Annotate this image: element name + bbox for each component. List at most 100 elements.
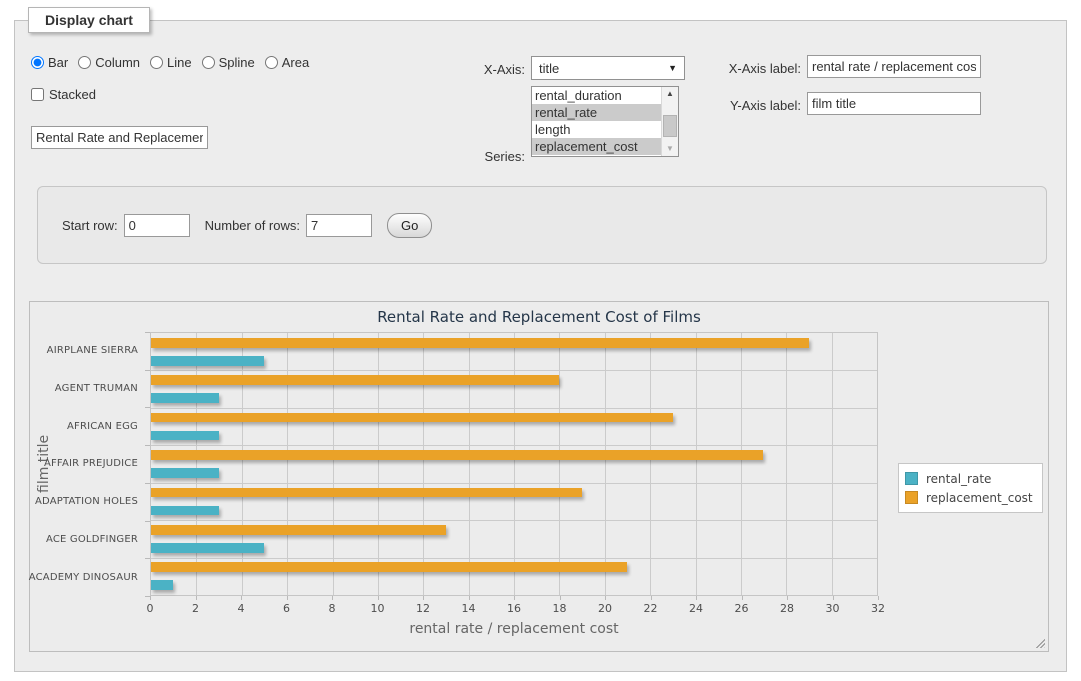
x-tick-mark bbox=[742, 596, 743, 600]
category-band bbox=[151, 558, 877, 595]
series-multiselect[interactable]: rental_durationrental_ratelengthreplacem… bbox=[531, 86, 679, 157]
x-axis-label-label: X-Axis label: bbox=[675, 61, 801, 76]
category-label: ACADEMY DINOSAUR bbox=[30, 558, 138, 596]
y-tick-mark bbox=[145, 558, 150, 559]
x-tick-label: 20 bbox=[598, 602, 612, 615]
y-tick-mark bbox=[145, 332, 150, 333]
radio-line[interactable] bbox=[150, 56, 163, 69]
chart-type-radio-area[interactable]: Area bbox=[265, 55, 309, 70]
category-label: ACE GOLDFINGER bbox=[30, 521, 138, 559]
bar-rental_rate bbox=[151, 356, 264, 366]
category-label: ADAPTATION HOLES bbox=[30, 483, 138, 521]
radio-area[interactable] bbox=[265, 56, 278, 69]
x-tick-mark bbox=[560, 596, 561, 600]
bar-replacement_cost bbox=[151, 338, 809, 348]
scrollbar-down-icon[interactable]: ▼ bbox=[662, 142, 678, 156]
x-tick-label: 8 bbox=[329, 602, 336, 615]
display-chart-panel: Display chart BarColumnLineSplineArea St… bbox=[14, 20, 1067, 672]
category-label: AFRICAN EGG bbox=[30, 407, 138, 445]
legend-label: rental_rate bbox=[926, 472, 991, 486]
radio-column[interactable] bbox=[78, 56, 91, 69]
bar-rental_rate bbox=[151, 431, 219, 441]
x-tick-label: 4 bbox=[238, 602, 245, 615]
x-tick-mark bbox=[833, 596, 834, 600]
x-tick-label: 12 bbox=[416, 602, 430, 615]
series-option-length[interactable]: length bbox=[532, 121, 661, 138]
category-labels: AIRPLANE SIERRAAGENT TRUMANAFRICAN EGGAF… bbox=[30, 332, 144, 596]
radio-spline[interactable] bbox=[202, 56, 215, 69]
series-option-rental_duration[interactable]: rental_duration bbox=[532, 87, 661, 104]
x-tick-label: 16 bbox=[507, 602, 521, 615]
chart-type-radio-bar[interactable]: Bar bbox=[31, 55, 68, 70]
x-tick-mark bbox=[787, 596, 788, 600]
x-tick-label: 24 bbox=[689, 602, 703, 615]
chart-container: Rental Rate and Replacement Cost of Film… bbox=[29, 301, 1049, 652]
radio-label: Spline bbox=[219, 55, 255, 70]
x-tick-label: 14 bbox=[462, 602, 476, 615]
chart-type-radios: Bar Column Line Spline Area bbox=[31, 55, 315, 70]
num-rows-label: Number of rows: bbox=[205, 218, 300, 233]
x-axis-label-input[interactable] bbox=[807, 55, 981, 78]
x-tick-label: 26 bbox=[735, 602, 749, 615]
bar-replacement_cost bbox=[151, 450, 763, 460]
bar-rental_rate bbox=[151, 468, 219, 478]
x-tick-mark bbox=[605, 596, 606, 600]
stacked-label[interactable]: Stacked bbox=[49, 87, 96, 102]
x-tick-mark bbox=[696, 596, 697, 600]
bar-replacement_cost bbox=[151, 525, 446, 535]
x-tick-mark bbox=[651, 596, 652, 600]
category-band bbox=[151, 520, 877, 557]
y-axis-label-input[interactable] bbox=[807, 92, 981, 115]
go-button[interactable]: Go bbox=[387, 213, 432, 238]
chart-type-radio-line[interactable]: Line bbox=[150, 55, 192, 70]
radio-label: Bar bbox=[48, 55, 68, 70]
y-axis-label-label: Y-Axis label: bbox=[675, 98, 801, 113]
y-tick-mark bbox=[145, 370, 150, 371]
series-option-rental_rate[interactable]: rental_rate bbox=[532, 104, 661, 121]
stacked-checkbox-row: Stacked bbox=[31, 87, 96, 102]
x-tick-mark bbox=[287, 596, 288, 600]
x-tick-mark bbox=[378, 596, 379, 600]
x-axis-select-value: title bbox=[539, 61, 559, 76]
chart-title: Rental Rate and Replacement Cost of Film… bbox=[30, 308, 1048, 326]
x-tick-labels: 02468101214161820222426283032 bbox=[150, 602, 878, 616]
stacked-checkbox[interactable] bbox=[31, 88, 44, 101]
resize-handle-icon[interactable] bbox=[1034, 637, 1045, 648]
x-tick-label: 18 bbox=[553, 602, 567, 615]
bar-rental_rate bbox=[151, 393, 219, 403]
bar-replacement_cost bbox=[151, 413, 673, 423]
category-band bbox=[151, 370, 877, 407]
category-label: AIRPLANE SIERRA bbox=[30, 332, 138, 370]
radio-label: Line bbox=[167, 55, 192, 70]
start-row-input[interactable] bbox=[124, 214, 190, 237]
chart-legend: rental_rate replacement_cost bbox=[898, 463, 1043, 513]
start-row-label: Start row: bbox=[62, 218, 118, 233]
chart-type-radio-column[interactable]: Column bbox=[78, 55, 140, 70]
category-band bbox=[151, 408, 877, 445]
y-tick-mark bbox=[145, 596, 150, 597]
scrollbar-thumb[interactable] bbox=[663, 115, 677, 137]
category-label: AGENT TRUMAN bbox=[30, 370, 138, 408]
num-rows-input[interactable] bbox=[306, 214, 372, 237]
chart-title-input[interactable] bbox=[31, 126, 208, 149]
x-tick-label: 6 bbox=[283, 602, 290, 615]
x-tick-label: 32 bbox=[871, 602, 885, 615]
radio-bar[interactable] bbox=[31, 56, 44, 69]
series-option-replacement_cost[interactable]: replacement_cost bbox=[532, 138, 661, 155]
chart-type-radio-spline[interactable]: Spline bbox=[202, 55, 255, 70]
rows-panel: Start row: Number of rows: Go bbox=[37, 186, 1047, 264]
radio-label: Column bbox=[95, 55, 140, 70]
category-band bbox=[151, 483, 877, 520]
category-band bbox=[151, 333, 877, 370]
category-label: AFFAIR PREJUDICE bbox=[30, 445, 138, 483]
x-tick-mark bbox=[423, 596, 424, 600]
bar-rental_rate bbox=[151, 506, 219, 516]
legend-row: replacement_cost bbox=[905, 488, 1033, 507]
bar-rental_rate bbox=[151, 580, 173, 590]
y-tick-mark bbox=[145, 521, 150, 522]
x-axis-select[interactable]: title ▼ bbox=[531, 56, 685, 80]
x-tick-label: 22 bbox=[644, 602, 658, 615]
panel-legend: Display chart bbox=[28, 7, 150, 33]
series-list-label: Series: bbox=[415, 149, 525, 164]
legend-label: replacement_cost bbox=[926, 491, 1033, 505]
